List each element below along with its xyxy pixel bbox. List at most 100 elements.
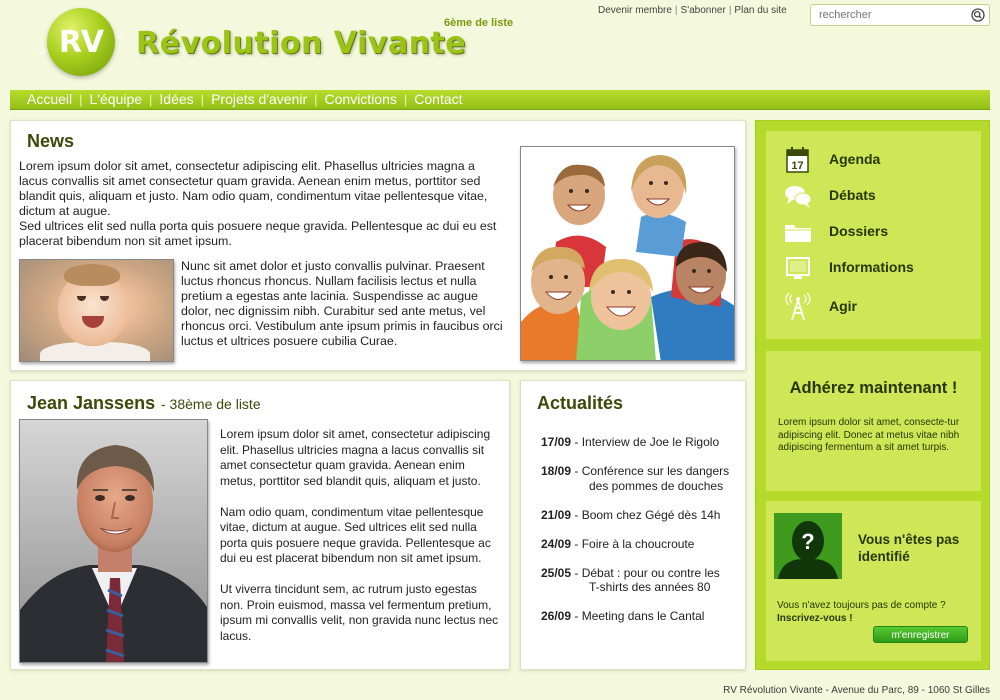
actu-text: - Meeting dans le Cantal [574, 609, 705, 623]
list-item[interactable]: 18/09 - Conférence sur les dangers des po… [541, 464, 741, 493]
children-photo [520, 146, 735, 361]
actu-text: - Foire à la choucroute [574, 536, 695, 551]
login-box: ? Vous n'êtes pas identifié Vous n'avez … [766, 501, 981, 661]
nav-separator: | [149, 92, 153, 107]
actualites-panel: Actualités 17/09 - Interview de Joe le R… [520, 380, 746, 670]
footer-address: RV Révolution Vivante - Avenue du Parc, … [723, 685, 990, 696]
nav-contact[interactable]: Contact [414, 90, 462, 109]
sidebar-item-agir[interactable]: Agir [783, 292, 973, 322]
register-button[interactable]: m'enregistrer [873, 626, 968, 643]
join-title[interactable]: Adhérez maintenant ! [766, 379, 981, 398]
sidebar-item-informations[interactable]: Informations [783, 253, 973, 283]
candidate-photo [19, 419, 208, 663]
nav-separator: | [79, 92, 83, 107]
link-s-abonner[interactable]: S'abonner [681, 5, 726, 16]
actu-text: - Conférence sur les dangers [574, 464, 730, 478]
candidate-portrait-illustration [20, 420, 207, 662]
actu-date: 18/09 [541, 464, 572, 478]
sidebar-item-dossiers[interactable]: Dossiers [783, 217, 973, 247]
main-nav: Accueil | L'équipe | Idées | Projets d'a… [10, 90, 990, 110]
candidate-rank: - 38ème de liste [161, 396, 261, 412]
login-text: Vous n'avez toujours pas de compte ? Ins… [777, 599, 946, 625]
candidate-panel: Jean Janssens - 38ème de liste Lorem ips… [10, 380, 510, 670]
sidebar-item-label: Débats [829, 187, 876, 203]
sidebar-menu: 17 Agenda Débats Dossiers Informations A… [766, 131, 981, 339]
nav-separator: | [403, 92, 408, 107]
nav-convictions[interactable]: Convictions [325, 90, 397, 109]
actu-text-cont: T-shirts des années 80 [589, 580, 711, 594]
link-plan-du-site[interactable]: Plan du site [734, 5, 786, 16]
nav-separator: | [200, 92, 205, 107]
login-text-line: Vous n'avez toujours pas de compte ? [777, 600, 946, 611]
avatar-mark: ? [801, 529, 814, 554]
actualites-list: 17/09 - Interview de Joe le Rigolo 18/09… [541, 435, 741, 638]
actu-date: 26/09 [541, 609, 572, 623]
actu-date: 21/09 [541, 507, 572, 522]
news-title: News [27, 131, 75, 151]
list-item[interactable]: 25/05 - Débat : pour ou contre les T-shir… [541, 566, 741, 595]
candidate-name: Jean Janssens [27, 393, 156, 413]
join-box[interactable]: Adhérez maintenant ! Lorem ipsum dolor s… [766, 351, 981, 491]
site-logo[interactable]: RV [47, 8, 115, 76]
login-title-line2: identifié [858, 549, 910, 564]
avatar: ? [774, 513, 842, 579]
login-title: Vous n'êtes pas identifié [858, 531, 978, 565]
signup-link[interactable]: Inscrivez-vous ! [777, 613, 853, 624]
news-text: Lorem ipsum dolor sit amet, consectetur … [19, 159, 507, 249]
bio-paragraph-1: Lorem ipsum dolor sit amet, consectetur … [220, 427, 491, 488]
sidebar-item-label: Agenda [829, 151, 881, 167]
actu-date: 24/09 [541, 536, 572, 551]
calendar-icon: 17 [786, 147, 809, 173]
link-devenir-membre[interactable]: Devenir membre [598, 5, 672, 16]
sidebar-item-agenda[interactable]: 17 Agenda [783, 145, 973, 175]
list-item[interactable]: 26/09 - Meeting dans le Cantal [541, 609, 741, 624]
user-silhouette-icon: ? [774, 513, 842, 579]
speech-bubbles-icon [785, 186, 812, 208]
sidebar-item-label: Dossiers [829, 223, 889, 239]
nav-projets[interactable]: Projets d'avenir [211, 90, 307, 109]
actu-text: - Interview de Joe le Rigolo [574, 435, 720, 449]
search-box [810, 4, 990, 26]
nav-idees[interactable]: Idées [159, 90, 193, 109]
site-subtitle: 6ème de liste [444, 17, 514, 29]
login-title-line1: Vous n'êtes pas [858, 532, 960, 547]
list-item[interactable]: 24/09 - Foire à la choucroute [541, 537, 741, 552]
candidate-bio: Lorem ipsum dolor sit amet, consectetur … [220, 427, 502, 660]
actu-text-cont: des pommes de douches [589, 478, 724, 493]
top-links: Devenir membre | S'abonner | Plan du site [598, 5, 787, 16]
news-paragraph-2: Sed ultrices elit sed nulla porta quis p… [19, 219, 497, 248]
join-text: Lorem ipsum dolor sit amet, consecte-tur… [778, 417, 960, 453]
list-item[interactable]: 21/09 - Boom chez Gégé dès 14h [541, 508, 741, 523]
bio-paragraph-3: Ut viverra tincidunt sem, ac rutrum just… [220, 582, 499, 643]
right-sidebar: 17 Agenda Débats Dossiers Informations A… [755, 120, 990, 670]
actu-date: 25/05 [541, 565, 572, 580]
site-title[interactable]: Révolution Vivante [136, 26, 466, 61]
monitor-icon [786, 257, 810, 279]
children-illustration [521, 147, 734, 360]
news-panel: News Lorem ipsum dolor sit amet, consect… [10, 120, 746, 371]
sidebar-item-label: Informations [829, 259, 914, 275]
calendar-day: 17 [791, 160, 803, 172]
logo-text: RV [58, 24, 104, 60]
separator: | [728, 5, 732, 16]
nav-equipe[interactable]: L'équipe [90, 90, 143, 109]
bio-paragraph-2: Nam odio quam, condimentum vitae pellent… [220, 504, 491, 566]
baby-photo [19, 259, 174, 362]
news-paragraph-3: Nunc sit amet dolor et justo convallis p… [181, 259, 503, 348]
search-icon[interactable] [971, 8, 985, 22]
news-paragraph-1: Lorem ipsum dolor sit amet, consectetur … [19, 159, 488, 218]
actu-date: 17/09 [541, 435, 572, 449]
nav-separator: | [314, 92, 318, 107]
separator: | [674, 5, 678, 16]
sidebar-item-debats[interactable]: Débats [783, 181, 973, 211]
actu-text: - Boom chez Gégé dès 14h [574, 507, 721, 522]
list-item[interactable]: 17/09 - Interview de Joe le Rigolo [541, 435, 741, 450]
search-input[interactable] [811, 5, 961, 25]
actu-text: - Débat : pour ou contre les [574, 565, 720, 580]
folder-icon [785, 225, 811, 242]
antenna-icon [785, 292, 811, 321]
actualites-title: Actualités [537, 393, 624, 413]
sidebar-item-label: Agir [829, 298, 857, 314]
nav-accueil[interactable]: Accueil [27, 90, 72, 109]
photo-shape [64, 264, 120, 286]
